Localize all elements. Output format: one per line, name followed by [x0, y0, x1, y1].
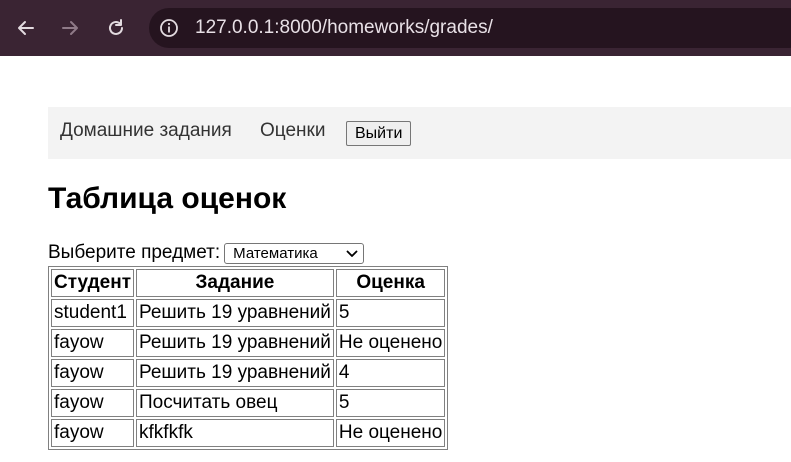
column-header-student: Студент [51, 269, 135, 297]
subject-select[interactable]: Математика [224, 243, 365, 264]
back-button[interactable] [10, 12, 42, 44]
column-header-task: Задание [136, 269, 334, 297]
table-header-row: Студент Задание Оценка [51, 269, 446, 297]
cell-grade: Не оценено [335, 329, 446, 357]
subject-label: Выберите предмет: [48, 242, 221, 263]
cell-task: kfkfkfk [136, 419, 334, 447]
back-arrow-icon [18, 21, 34, 35]
subject-selected-value: Математика [233, 245, 318, 262]
cell-student: fayow [51, 419, 135, 447]
info-icon [160, 19, 178, 37]
browser-toolbar: 127.0.0.1:8000/homeworks/grades/ [0, 0, 791, 56]
cell-student: fayow [51, 359, 135, 387]
table-row: fayow kfkfkfk Не оценено [51, 419, 446, 447]
cell-task: Решить 19 уравнений [136, 329, 334, 357]
chevron-down-icon [346, 250, 358, 257]
grades-table: Студент Задание Оценка student1 Решить 1… [48, 266, 449, 450]
cell-grade: 4 [335, 359, 446, 387]
cell-student: fayow [51, 329, 135, 357]
page-title: Таблица оценок [48, 182, 287, 215]
table-row: fayow Посчитать овец 5 [51, 389, 446, 417]
cell-task: Решить 19 уравнений [136, 359, 334, 387]
cell-task: Решить 19 уравнений [136, 299, 334, 327]
reload-button[interactable] [100, 12, 132, 44]
cell-task: Посчитать овец [136, 389, 334, 417]
subject-select-row: Выберите предмет: Математика [48, 242, 365, 264]
reload-icon [109, 19, 123, 35]
url-text[interactable]: 127.0.0.1:8000/homeworks/grades/ [195, 17, 493, 39]
cell-student: fayow [51, 389, 135, 417]
site-info-button[interactable] [157, 16, 181, 40]
site-navbar: Домашние задания Оценки Выйти [48, 107, 791, 159]
address-bar[interactable]: 127.0.0.1:8000/homeworks/grades/ [149, 8, 791, 48]
column-header-grade: Оценка [335, 269, 446, 297]
nav-link-homeworks[interactable]: Домашние задания [60, 120, 232, 142]
forward-arrow-icon [62, 21, 78, 35]
cell-grade: 5 [335, 389, 446, 417]
table-row: fayow Решить 19 уравнений Не оценено [51, 329, 446, 357]
cell-student: student1 [51, 299, 135, 327]
cell-grade: 5 [335, 299, 446, 327]
nav-link-grades[interactable]: Оценки [260, 120, 325, 142]
logout-button[interactable]: Выйти [346, 121, 412, 146]
table-row: fayow Решить 19 уравнений 4 [51, 359, 446, 387]
table-row: student1 Решить 19 уравнений 5 [51, 299, 446, 327]
cell-grade: Не оценено [335, 419, 446, 447]
forward-button[interactable] [54, 12, 86, 44]
